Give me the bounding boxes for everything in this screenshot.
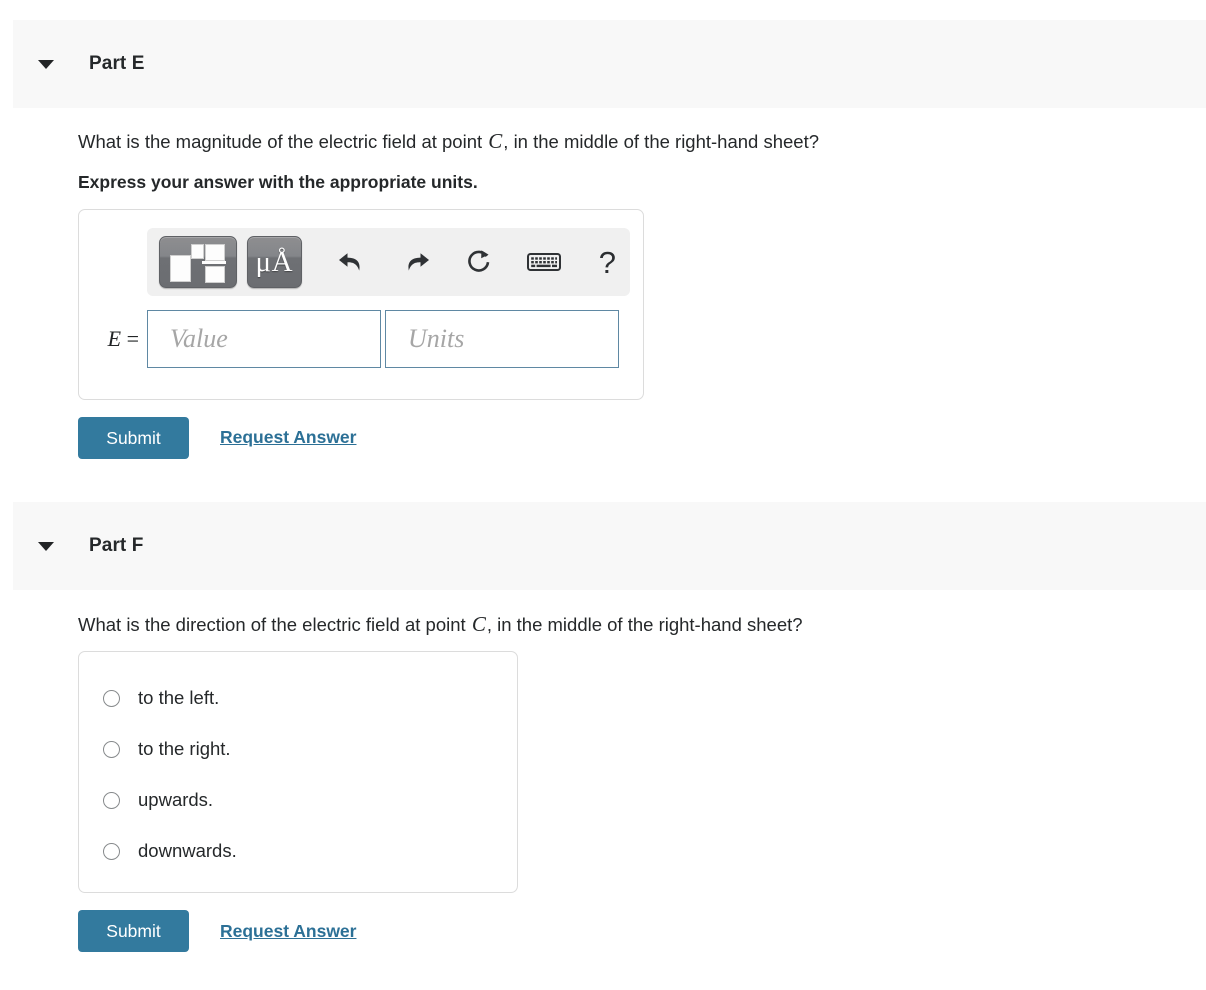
part-f-question: What is the direction of the electric fi… (78, 610, 803, 638)
radio-button-2[interactable] (103, 791, 120, 809)
chevron-down-icon[interactable] (38, 59, 54, 69)
redo-arrow-icon (408, 253, 429, 271)
units-input[interactable] (385, 310, 619, 368)
equation-operator: = (126, 326, 139, 351)
chevron-down-icon[interactable] (38, 541, 54, 551)
reset-button[interactable] (456, 239, 501, 285)
part-f-question-prefix: What is the direction of the electric fi… (78, 614, 471, 635)
equation-input-row: E = (79, 310, 619, 368)
equation-variable: E (107, 326, 122, 351)
radio-button-0[interactable] (103, 689, 120, 707)
equation-label: E = (79, 326, 147, 352)
part-f-question-variable: C (471, 612, 486, 636)
part-f-submit-button[interactable]: Submit (78, 910, 189, 952)
choice-label-2: upwards. (138, 789, 214, 810)
keyboard-button[interactable] (522, 239, 567, 285)
part-e-answer-box: μÅ ? E = Value Units (78, 209, 644, 400)
part-f-request-answer-link[interactable]: Request Answer (220, 921, 356, 942)
redo-button[interactable] (393, 239, 438, 285)
choice-label-0: to the left. (138, 687, 220, 708)
keyboard-icon (527, 253, 562, 271)
part-e-header[interactable]: Part E (13, 20, 1206, 108)
help-button[interactable]: ? (585, 239, 630, 285)
part-f-header[interactable]: Part F (13, 502, 1206, 590)
math-template-icon (169, 243, 227, 283)
math-templates-button[interactable] (159, 236, 237, 288)
part-e-question-prefix: What is the magnitude of the electric fi… (78, 131, 488, 152)
problem-page: Part E What is the magnitude of the elec… (0, 0, 1206, 990)
mu-angstrom-icon: μÅ (255, 245, 294, 278)
choice-option-1[interactable]: to the right. (103, 738, 231, 760)
question-mark-icon: ? (598, 244, 616, 280)
units-button[interactable]: μÅ (246, 236, 302, 288)
part-e-question: What is the magnitude of the electric fi… (78, 127, 819, 155)
part-e-request-answer-link[interactable]: Request Answer (220, 427, 356, 448)
part-f-choice-box: to the left. to the right. upwards. down… (78, 651, 518, 893)
choice-option-0[interactable]: to the left. (103, 687, 219, 709)
choice-option-2[interactable]: upwards. (103, 789, 213, 811)
reset-circular-arrow-icon (468, 250, 490, 272)
choice-label-3: downwards. (138, 840, 237, 861)
part-e-question-variable: C (488, 129, 503, 153)
undo-arrow-icon (339, 253, 360, 271)
value-input[interactable] (147, 310, 381, 368)
radio-button-1[interactable] (103, 740, 120, 758)
part-e-title: Part E (89, 53, 145, 74)
choice-option-3[interactable]: downwards. (103, 840, 237, 862)
part-f-title: Part F (89, 535, 144, 556)
equation-toolbar: μÅ ? (147, 228, 630, 296)
part-e-question-suffix: , in the middle of the right-hand sheet? (503, 131, 820, 152)
part-f-question-suffix: , in the middle of the right-hand sheet? (486, 614, 803, 635)
radio-button-3[interactable] (103, 842, 120, 860)
undo-button[interactable] (330, 239, 375, 285)
choice-label-1: to the right. (138, 738, 231, 759)
part-e-submit-button[interactable]: Submit (78, 417, 189, 459)
part-e-instruction: Express your answer with the appropriate… (78, 172, 478, 192)
